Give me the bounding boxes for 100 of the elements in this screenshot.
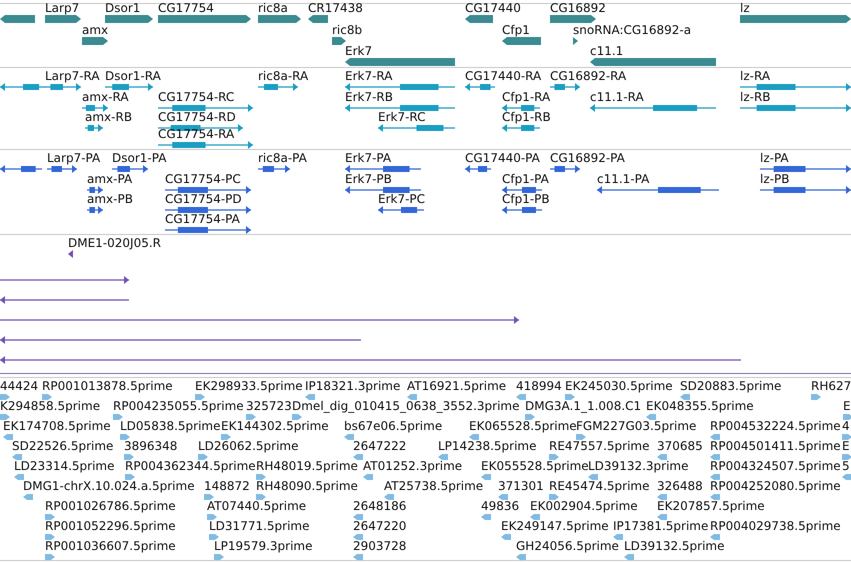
feature-label: RE45474.5prime xyxy=(549,479,650,493)
feature-label: RP001036607.5prime xyxy=(45,539,176,553)
feature-label: Dsor1-PA xyxy=(112,151,166,165)
feature-label: K294858.5prime xyxy=(0,399,100,413)
feature-label: RE47557.5prime xyxy=(549,439,650,453)
feature-label: CG16892 xyxy=(550,1,606,15)
feature-label: CG17440-PA xyxy=(465,151,540,165)
feature-label: Dsor1-RA xyxy=(105,69,161,83)
feature-label: CG17754-RD xyxy=(158,110,236,124)
feature-label: AT07440.5prime xyxy=(207,499,306,513)
feature-label: ric8a-PA xyxy=(258,151,307,165)
feature-label: 370685 xyxy=(657,439,703,453)
feature-label: LD39132.5prime xyxy=(624,539,725,553)
feature-label: EK055528.5prime xyxy=(481,459,589,473)
feature-label: 2648186 xyxy=(353,499,406,513)
feature-label: Erk7-PA xyxy=(345,151,392,165)
feature-label: Larp7-PA xyxy=(47,151,100,165)
feature-label: CG16892-PA xyxy=(550,151,625,165)
feature-label: Erk7-RB xyxy=(345,90,393,104)
feature-label: RP004362344.5prime xyxy=(125,459,256,473)
feature-label: Erk7-PC xyxy=(378,192,426,206)
feature-label: LD23314.5prime xyxy=(14,459,115,473)
feature-label: IP17381.5prime xyxy=(613,519,708,533)
feature-label: c11.1-PA xyxy=(597,172,650,186)
feature-label: CG17754-PD xyxy=(165,192,242,206)
feature-label: bs67e06.5prime xyxy=(344,419,442,433)
feature-label: RH48019.5prime xyxy=(256,459,358,473)
feature-label: 326488 xyxy=(657,479,703,493)
feature-label: Cfp1-PA xyxy=(502,172,549,186)
feature-label: EK249147.5prime xyxy=(501,519,609,533)
feature-label: amx-PB xyxy=(87,192,133,206)
feature-label: CG17440 xyxy=(465,1,521,15)
feature-label: Cfp1-RB xyxy=(502,110,551,124)
feature-label: SD22526.5prime xyxy=(12,439,114,453)
feature-label: DMG3A.1_1.008.C1 xyxy=(525,399,642,413)
feature-label: 2647222 xyxy=(353,439,406,453)
feature-label: EK065528.5prime xyxy=(469,419,577,433)
feature-label: 3896348 xyxy=(124,439,178,453)
feature-label: Cfp1-RA xyxy=(502,90,550,104)
feature-label: RP004501411.5prime xyxy=(710,439,841,453)
feature-label: Erk7-RA xyxy=(345,69,392,83)
feature-label: CG17754-PA xyxy=(165,212,240,226)
feature-label: AT16921.5prime xyxy=(407,379,506,393)
feature-label: 44424 xyxy=(0,379,38,393)
feature-label: RP004324507.5prime xyxy=(710,459,841,473)
feature-label: CG16892-RA xyxy=(550,69,626,83)
feature-label: LD26062.5prime xyxy=(198,439,299,453)
feature-label: 418994 xyxy=(516,379,562,393)
feature-label: lz-RA xyxy=(740,69,770,83)
feature-label: CG17754-PC xyxy=(165,172,241,186)
feature-label: DME1-020J05.R xyxy=(68,236,162,250)
feature-label: AT01252.3prime xyxy=(363,459,462,473)
feature-label: EK207857.5prime xyxy=(657,499,765,513)
feature-label: LP14238.5prime xyxy=(438,439,537,453)
feature-label: CG17754 xyxy=(158,1,214,15)
feature-label: 4 xyxy=(842,419,850,433)
feature-label: EK174708.5prime xyxy=(3,419,111,433)
feature-label: CG17754-RC xyxy=(158,90,234,104)
feature-label: CG17440-RA xyxy=(465,69,542,83)
feature-label: LD39132.3prime xyxy=(588,459,689,473)
feature-label: 2647220 xyxy=(353,519,406,533)
feature-label: Dsor1 xyxy=(105,1,140,15)
feature-label: 5 xyxy=(842,459,850,473)
feature-label: c11.1 xyxy=(590,44,624,58)
feature-label: snoRNA:CG16892-a xyxy=(573,23,692,37)
feature-label: 49836 xyxy=(481,499,520,513)
feature-label: Cfp1 xyxy=(502,23,530,37)
feature-label: GH24056.5prime xyxy=(516,539,619,553)
feature-label: RP001026786.5prime xyxy=(45,499,176,513)
feature-label: LD31771.5prime xyxy=(209,519,310,533)
feature-label: lz-PA xyxy=(760,151,789,165)
feature-label: RH627 xyxy=(811,379,851,393)
feature-label: Larp7-RA xyxy=(45,69,100,83)
feature-label: RP004029738.5prime xyxy=(710,519,841,533)
feature-label: RP004532224.5prime xyxy=(710,419,841,433)
feature-label: Erk7 xyxy=(345,44,372,58)
feature-label: Cfp1-PB xyxy=(502,192,550,206)
feature-label: ric8a-RA xyxy=(258,69,308,83)
feature-label: RH48090.5prime xyxy=(256,479,358,493)
feature-label: RP004252080.5prime xyxy=(710,479,841,493)
feature-label: EK144302.5prime xyxy=(221,419,329,433)
feature-label: EK048355.5prime xyxy=(646,399,754,413)
feature-label: LP19579.3prime xyxy=(214,539,313,553)
feature-label: amx-PA xyxy=(87,172,132,186)
feature-label: E xyxy=(843,399,851,413)
feature-label: 325723 xyxy=(246,399,292,413)
feature-label: RP004235055.5prime xyxy=(113,399,244,413)
feature-label: E xyxy=(842,439,850,453)
feature-label: lz-PB xyxy=(760,172,790,186)
feature-label: Erk7-RC xyxy=(378,110,426,124)
feature-label: RP001013878.5prime xyxy=(42,379,173,393)
feature-label: RP001052296.5prime xyxy=(45,519,176,533)
feature-label: Erk7-PB xyxy=(345,172,392,186)
feature-label: CR17438 xyxy=(308,1,363,15)
feature-label: CG17754-RA xyxy=(158,127,234,141)
feature-label: IP18321.3prime xyxy=(305,379,400,393)
feature-label: lz xyxy=(740,1,750,15)
feature-label: SD20883.5prime xyxy=(680,379,782,393)
feature-label: amx xyxy=(82,23,108,37)
feature-label: FGM227G03.5prime xyxy=(576,419,696,433)
